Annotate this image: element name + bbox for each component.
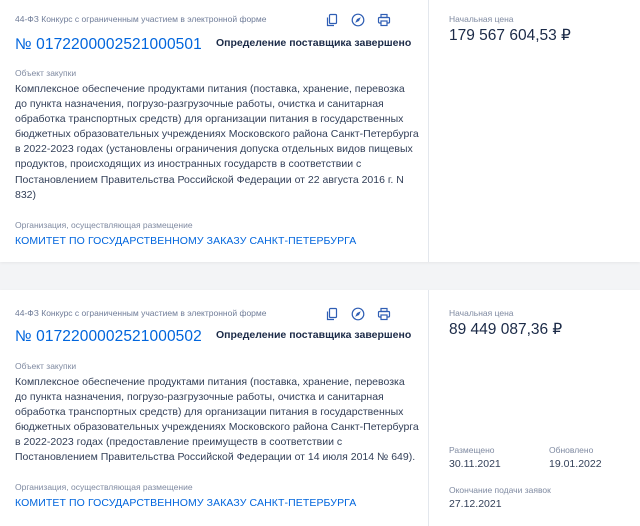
org-link[interactable]: КОМИТЕТ ПО ГОСУДАРСТВЕННОМУ ЗАКАЗУ САНКТ…: [15, 235, 356, 247]
status-text: Определение поставщика завершено: [216, 37, 412, 49]
purchase-number-link[interactable]: № 0172200002521000502: [15, 328, 202, 346]
placed-date: 30.11.2021: [449, 458, 501, 470]
price-label: Начальная цена: [449, 14, 514, 24]
law-type: 44-ФЗ Конкурс с ограниченным участием в …: [15, 14, 267, 24]
object-label: Объект закупки: [15, 361, 77, 371]
placed-label: Размещено: [449, 445, 495, 455]
deadline-label: Окончание подачи заявок: [449, 485, 551, 495]
purchase-number-link[interactable]: № 0172200002521000501: [15, 36, 202, 54]
law-type: 44-ФЗ Конкурс с ограниченным участием в …: [15, 308, 267, 318]
status-text: Определение поставщика завершено: [216, 329, 412, 341]
purchase-card-side: Начальная цена 179 567 604,53 ₽: [429, 0, 640, 262]
price-value: 89 449 087,36 ₽: [449, 321, 563, 338]
card-actions: [325, 307, 391, 321]
card-actions: [325, 13, 391, 27]
purchase-card-main: 44-ФЗ Конкурс с ограниченным участием в …: [0, 290, 428, 526]
purchase-card-main: 44-ФЗ Конкурс с ограниченным участием в …: [0, 0, 428, 262]
object-description: Комплексное обеспечение продуктами питан…: [15, 83, 419, 201]
purchase-card: 44-ФЗ Конкурс с ограниченным участием в …: [0, 0, 640, 262]
copy-icon[interactable]: [325, 13, 339, 27]
copy-icon[interactable]: [325, 307, 339, 321]
price-value: 179 567 604,53 ₽: [449, 27, 571, 44]
org-label: Организация, осуществляющая размещение: [15, 220, 193, 230]
object-label: Объект закупки: [15, 68, 77, 78]
org-link[interactable]: КОМИТЕТ ПО ГОСУДАРСТВЕННОМУ ЗАКАЗУ САНКТ…: [15, 497, 356, 509]
updated-label: Обновлено: [549, 445, 594, 455]
updated-date: 19.01.2022: [549, 458, 602, 470]
compass-icon[interactable]: [351, 307, 365, 321]
purchase-card-side: Начальная цена 89 449 087,36 ₽ Размещено…: [429, 290, 640, 526]
purchase-card: 44-ФЗ Конкурс с ограниченным участием в …: [0, 290, 640, 526]
print-icon[interactable]: [377, 13, 391, 27]
org-label: Организация, осуществляющая размещение: [15, 482, 193, 492]
print-icon[interactable]: [377, 307, 391, 321]
compass-icon[interactable]: [351, 13, 365, 27]
object-description: Комплексное обеспечение продуктами питан…: [15, 376, 419, 464]
deadline-date: 27.12.2021: [449, 498, 502, 510]
price-label: Начальная цена: [449, 308, 514, 318]
